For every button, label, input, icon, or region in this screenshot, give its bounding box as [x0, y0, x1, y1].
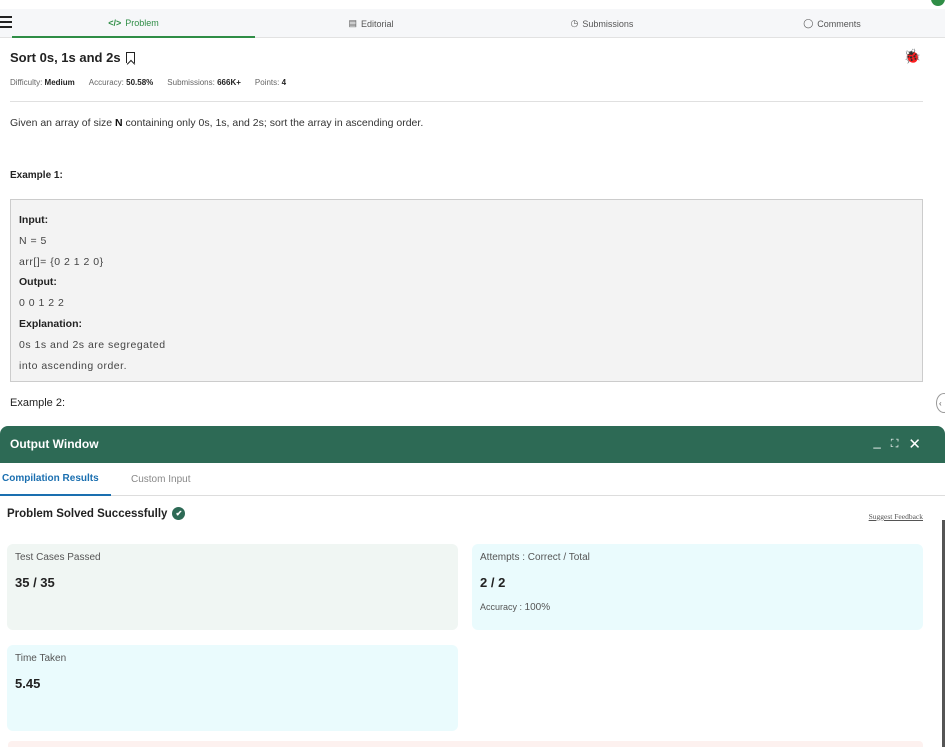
close-icon[interactable]: ✕ — [908, 435, 921, 453]
problem-title: Sort 0s, 1s and 2s — [10, 50, 135, 65]
test-cases-value: 35 / 35 — [15, 575, 55, 590]
minimize-icon[interactable]: _ — [873, 434, 880, 449]
bookmark-icon[interactable] — [125, 52, 135, 63]
status-dot — [931, 0, 945, 6]
status-message: Problem Solved Successfully ✔ — [7, 507, 186, 520]
problem-tabs: </> Problem ▤ Editorial ◷ Submissions ◯ … — [0, 9, 945, 38]
tab-problem[interactable]: </> Problem — [12, 9, 255, 38]
window-controls: _ ⛶ ✕ — [873, 434, 921, 454]
status-text: Problem Solved Successfully — [7, 507, 168, 520]
output-label: Output: — [19, 276, 57, 289]
check-circle-icon: ✔ — [172, 507, 186, 520]
input-line: N = 5 — [19, 234, 47, 247]
output-line: 0 0 1 2 2 — [19, 297, 65, 310]
menu-icon[interactable] — [0, 16, 12, 30]
comment-icon: ◯ — [803, 18, 814, 28]
problem-description: Given an array of size N containing only… — [10, 117, 424, 129]
tab-custom-input[interactable]: Custom Input — [131, 463, 190, 496]
document-icon: ▤ — [348, 18, 357, 28]
time-taken-caption: Time Taken — [15, 653, 67, 664]
output-window-header: Output Window _ ⛶ ✕ — [0, 426, 945, 463]
input-label: Input: — [19, 214, 49, 226]
tab-compilation-results[interactable]: Compilation Results — [0, 463, 111, 496]
time-taken-card: Time Taken 5.45 — [7, 645, 458, 731]
problem-meta: Difficulty: Medium Accuracy: 50.58% Subm… — [10, 78, 286, 87]
example-2-heading: Example 2: — [10, 397, 66, 409]
difficulty: Difficulty: Medium — [10, 78, 75, 87]
tab-submissions[interactable]: ◷ Submissions — [487, 9, 717, 38]
tab-comments[interactable]: ◯ Comments — [717, 9, 945, 38]
output-tabs: Compilation Results Custom Input — [0, 463, 945, 496]
page: </> Problem ▤ Editorial ◷ Submissions ◯ … — [0, 0, 945, 747]
points: Points: 4 — [254, 78, 287, 87]
accuracy: Accuracy: 50.58% — [88, 78, 154, 87]
test-cases-card: Test Cases Passed 35 / 35 — [7, 544, 458, 630]
example-1-heading: Example 1: — [10, 170, 63, 181]
output-window-title: Output Window — [10, 437, 99, 451]
clock-icon: ◷ — [570, 18, 579, 28]
problem-title-text: Sort 0s, 1s and 2s — [10, 50, 121, 65]
attempts-caption: Attempts : Correct / Total — [480, 552, 590, 563]
expand-icon[interactable]: ⛶ — [891, 438, 899, 451]
tab-comments-label: Comments — [817, 18, 861, 29]
time-taken-value: 5.45 — [15, 676, 41, 691]
suggest-feedback-link[interactable]: Suggest Feedback — [869, 512, 923, 521]
explanation-label: Explanation: — [19, 317, 83, 330]
test-cases-caption: Test Cases Passed — [15, 552, 101, 563]
attempts-card: Attempts : Correct / Total 2 / 2 Accurac… — [472, 544, 923, 630]
code-icon: </> — [108, 17, 122, 28]
collapse-panel-icon[interactable]: ‹ — [936, 393, 945, 413]
tab-editorial-label: Editorial — [361, 18, 394, 29]
explanation-line: 0s 1s and 2s are segregated — [19, 338, 166, 351]
explanation-line: into ascending order. — [19, 359, 127, 372]
tab-editorial[interactable]: ▤ Editorial — [255, 9, 487, 38]
submissions: Submissions: 666K+ — [167, 78, 241, 87]
attempts-value: 2 / 2 — [480, 575, 506, 590]
input-line: arr[]= {0 2 1 2 0} — [19, 255, 104, 268]
next-card-edge — [8, 741, 923, 747]
example-1-box: Input: N = 5 arr[]= {0 2 1 2 0} Output: … — [10, 199, 923, 382]
tab-submissions-label: Submissions — [582, 18, 634, 29]
bug-report-icon[interactable]: 🐞 — [904, 48, 921, 65]
tab-problem-label: Problem — [125, 17, 159, 28]
accuracy-line: Accuracy : 100% — [480, 602, 551, 613]
divider — [10, 101, 923, 102]
